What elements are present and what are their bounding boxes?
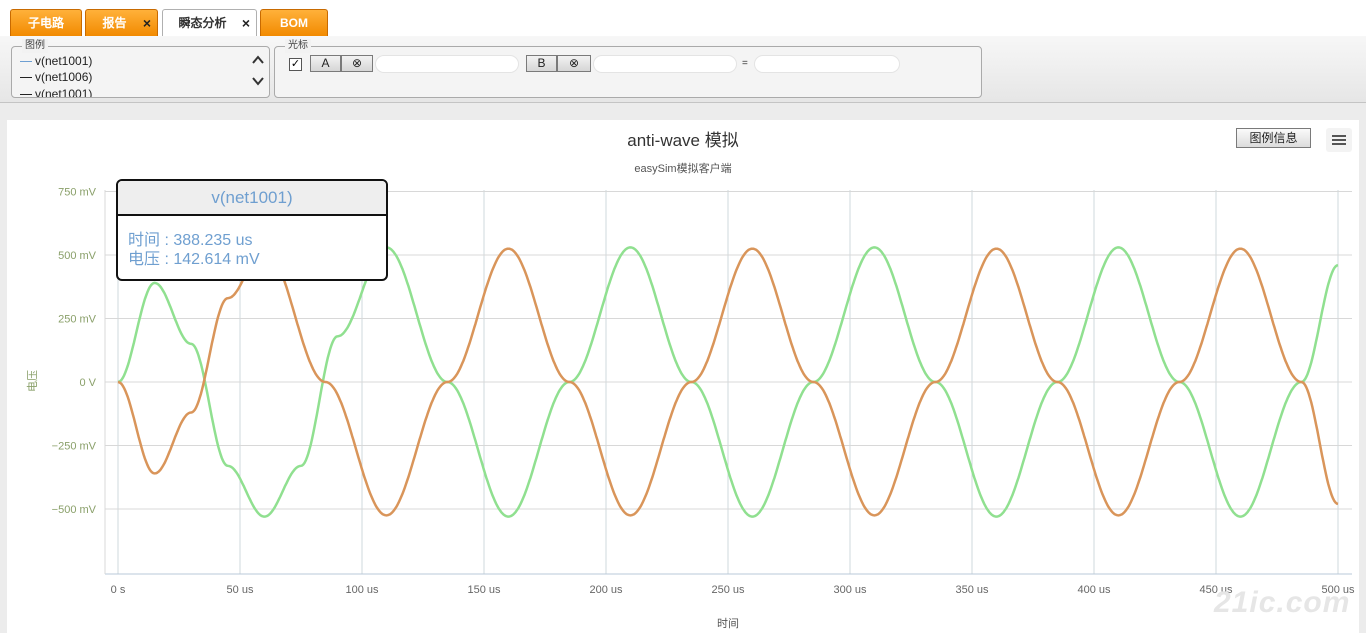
y-axis-label: 电压 <box>26 370 39 392</box>
watermark-logo: 21ic.com <box>1214 586 1351 619</box>
y-tick-label: −500 mV <box>52 504 97 516</box>
data-tooltip: v(net1001) 时间 : 388.235 us 电压 : 142.614 … <box>116 179 388 281</box>
x-axis-label: 时间 <box>717 617 739 630</box>
x-tick-label: 0 s <box>111 584 126 596</box>
x-tick-label: 400 us <box>1077 584 1111 596</box>
tooltip-voltage-value: 142.614 mV <box>173 251 260 268</box>
x-tick-label: 100 us <box>345 584 379 596</box>
x-tick-label: 350 us <box>955 584 989 596</box>
tooltip-series-name: v(net1001) <box>118 181 386 216</box>
legend-info-button[interactable]: 图例信息 <box>1236 128 1311 148</box>
y-tick-label: 0 V <box>79 377 96 389</box>
y-tick-label: 250 mV <box>58 314 97 326</box>
x-tick-label: 200 us <box>589 584 623 596</box>
tooltip-sep: : <box>160 251 174 268</box>
chart-subtitle: easySim模拟客户端 <box>634 163 732 175</box>
x-tick-label: 250 us <box>711 584 745 596</box>
y-tick-label: 750 mV <box>58 187 97 199</box>
y-tick-label: −250 mV <box>52 441 97 453</box>
x-tick-label: 300 us <box>833 584 867 596</box>
x-tick-label: 150 us <box>467 584 501 596</box>
tooltip-voltage-row: 电压 : 142.614 mV <box>128 245 260 269</box>
chart-plot: 0 s 50 us 100 us 150 us 200 us 250 us 300 us 35… <box>26 187 1355 631</box>
chart-title: anti-wave 模拟 <box>627 131 739 150</box>
y-tick-label: 500 mV <box>58 250 97 262</box>
hamburger-menu-icon[interactable] <box>1326 128 1352 152</box>
tooltip-voltage-label: 电压 <box>128 251 161 268</box>
x-tick-label: 50 us <box>227 584 254 596</box>
